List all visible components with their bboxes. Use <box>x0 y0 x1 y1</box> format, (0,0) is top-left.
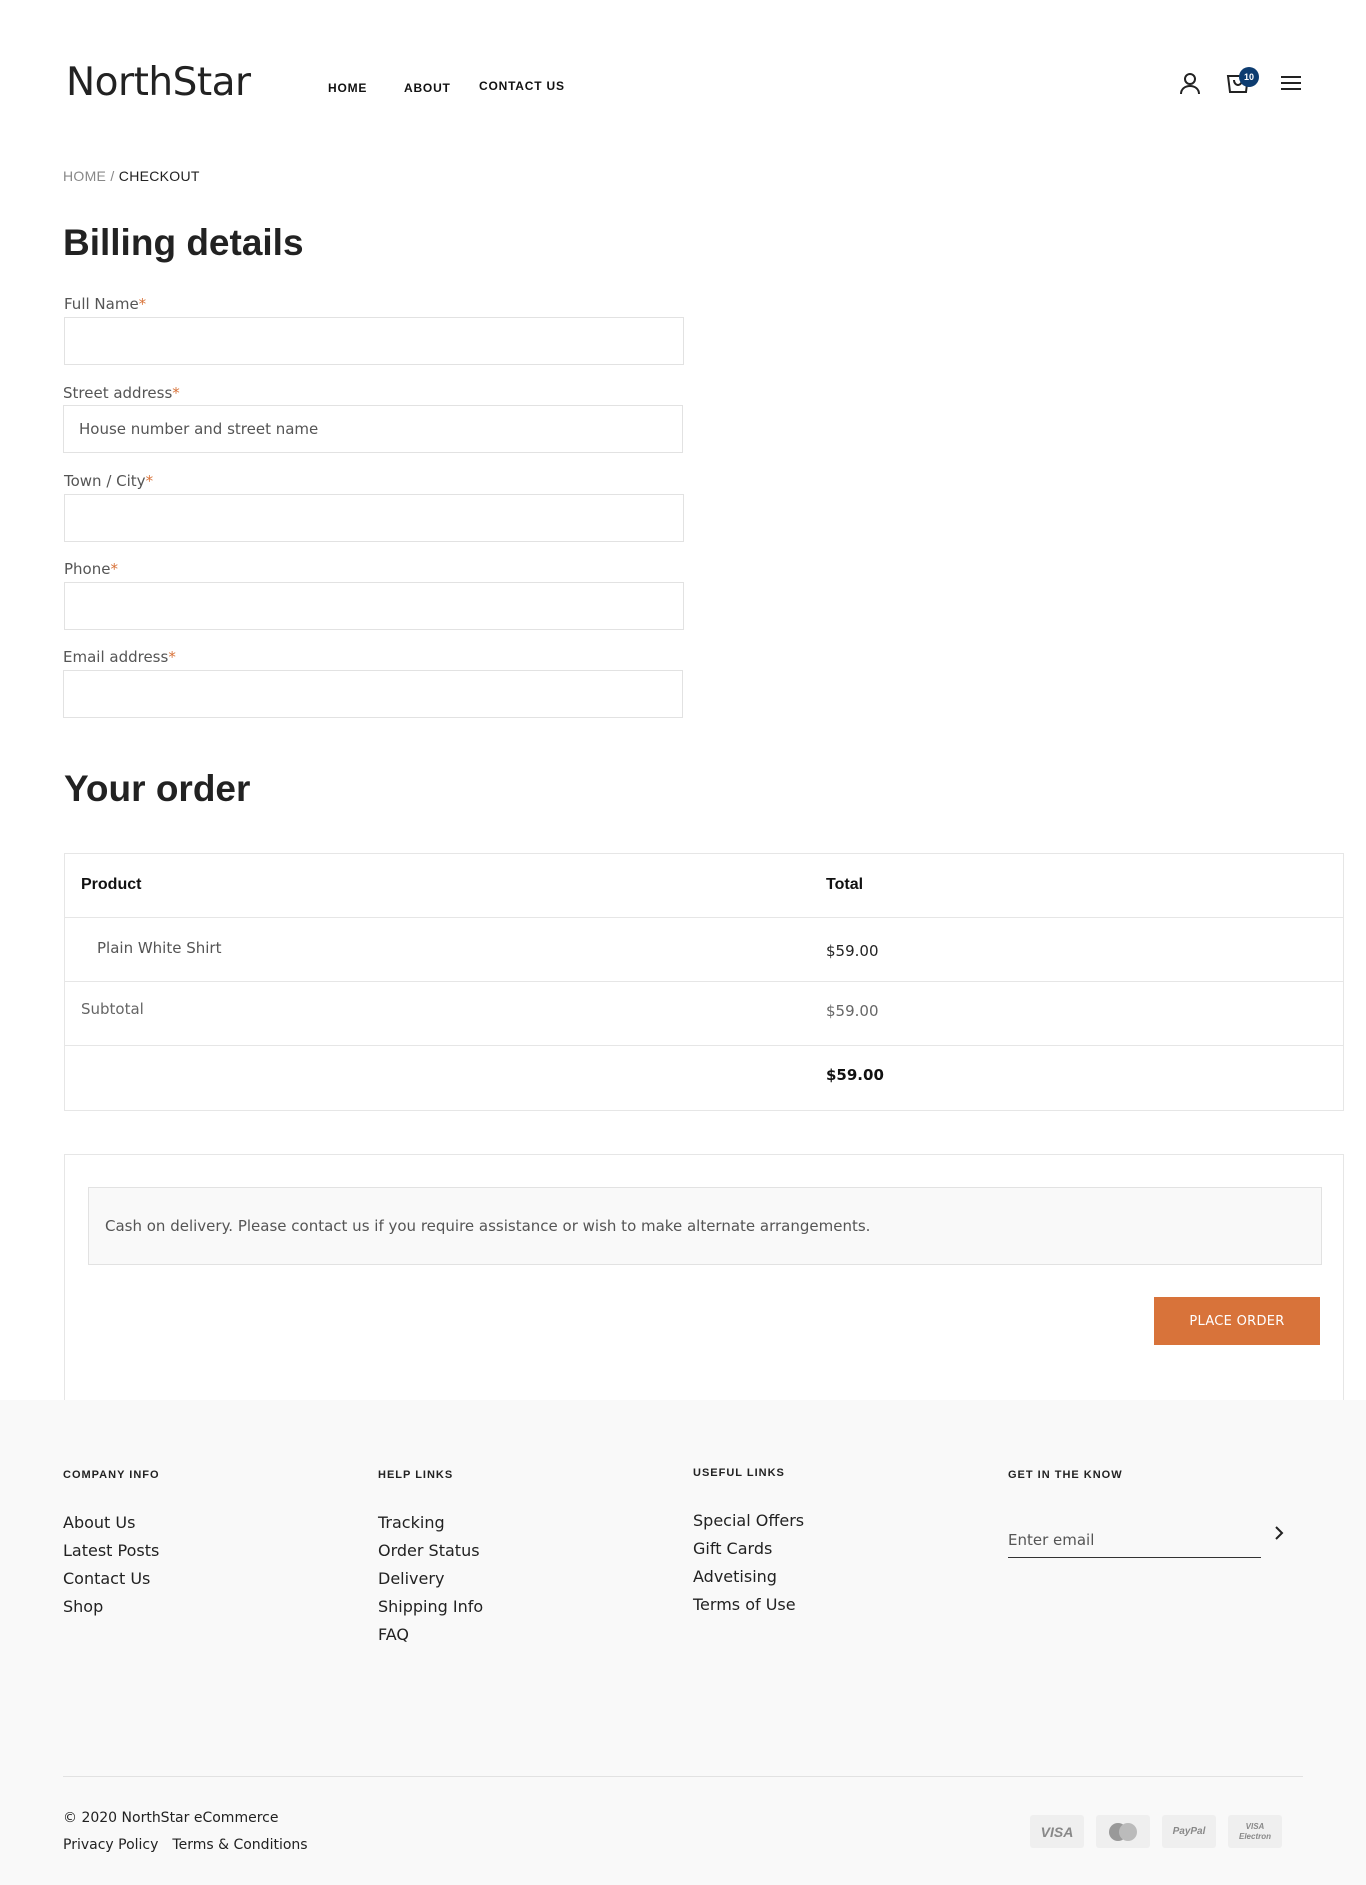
product-column-header: Product <box>81 876 142 893</box>
phone-label: Phone* <box>64 560 118 578</box>
footer-divider <box>63 1776 1303 1777</box>
phone-input[interactable] <box>64 582 684 630</box>
footer-link-terms-of-use[interactable]: Terms of Use <box>693 1595 804 1623</box>
breadcrumb-separator: / <box>106 168 119 184</box>
footer-link-shop[interactable]: Shop <box>63 1597 159 1625</box>
footer-help-links: Tracking Order Status Delivery Shipping … <box>378 1513 483 1653</box>
newsletter-submit-chevron-icon[interactable] <box>1270 1521 1288 1545</box>
email-label: Email address* <box>63 648 176 666</box>
footer-newsletter-title: GET IN THE KNOW <box>1008 1469 1123 1481</box>
order-table: Product Total Plain White Shirt $59.00 S… <box>64 853 1344 1111</box>
mastercard-icon <box>1096 1815 1150 1848</box>
payment-method-description: Cash on delivery. Please contact us if y… <box>88 1187 1322 1265</box>
footer-useful-links-title: USEFUL LINKS <box>693 1467 785 1479</box>
order-item-row: Plain White Shirt $59.00 <box>65 918 1343 982</box>
breadcrumb: HOME / CHECKOUT <box>63 168 200 184</box>
full-name-label: Full Name* <box>64 295 147 313</box>
footer-help-links-title: HELP LINKS <box>378 1469 454 1481</box>
visa-electron-icon: VISA Electron <box>1228 1815 1282 1848</box>
nav-contact-us[interactable]: CONTACT US <box>479 79 565 93</box>
footer-useful-links: Special Offers Gift Cards Advetising Ter… <box>693 1511 804 1623</box>
nav-about[interactable]: ABOUT <box>404 81 451 95</box>
footer-link-tracking[interactable]: Tracking <box>378 1513 483 1541</box>
subtotal-label: Subtotal <box>81 1000 144 1018</box>
street-address-label: Street address* <box>63 384 180 402</box>
street-address-input[interactable] <box>63 405 683 453</box>
breadcrumb-home[interactable]: HOME <box>63 168 106 184</box>
total-column-header: Total <box>826 876 864 893</box>
footer-company-info-title: COMPANY INFO <box>63 1469 160 1481</box>
footer-link-faq[interactable]: FAQ <box>378 1625 483 1653</box>
footer-link-shipping-info[interactable]: Shipping Info <box>378 1597 483 1625</box>
footer-link-contact-us[interactable]: Contact Us <box>63 1569 159 1597</box>
footer-link-about-us[interactable]: About Us <box>63 1513 159 1541</box>
footer-link-special-offers[interactable]: Special Offers <box>693 1511 804 1539</box>
site-header: NorthStar HOME ABOUT CONTACT US 10 <box>0 0 1366 170</box>
terms-conditions-link[interactable]: Terms & Conditions <box>172 1837 307 1853</box>
site-footer: COMPANY INFO About Us Latest Posts Conta… <box>0 1400 1366 1885</box>
footer-link-gift-cards[interactable]: Gift Cards <box>693 1539 804 1567</box>
nav-home[interactable]: HOME <box>328 81 367 95</box>
footer-company-info-links: About Us Latest Posts Contact Us Shop <box>63 1513 159 1625</box>
town-city-input[interactable] <box>64 494 684 542</box>
visa-icon: VISA <box>1030 1815 1084 1848</box>
cart-icon[interactable]: 10 <box>1225 67 1259 96</box>
menu-icon[interactable] <box>1278 70 1304 96</box>
order-total-value: $59.00 <box>826 1066 884 1084</box>
order-title: Your order <box>64 768 251 809</box>
footer-link-order-status[interactable]: Order Status <box>378 1541 483 1569</box>
footer-link-latest-posts[interactable]: Latest Posts <box>63 1541 159 1569</box>
order-item-name: Plain White Shirt <box>97 939 222 957</box>
footer-link-delivery[interactable]: Delivery <box>378 1569 483 1597</box>
order-item-total: $59.00 <box>826 942 879 960</box>
billing-title: Billing details <box>63 222 304 263</box>
legal-links: Privacy Policy Terms & Conditions <box>63 1837 308 1853</box>
privacy-policy-link[interactable]: Privacy Policy <box>63 1837 158 1853</box>
site-logo[interactable]: NorthStar <box>66 60 251 105</box>
copyright-text: © 2020 NorthStar eCommerce <box>63 1810 279 1826</box>
subtotal-value: $59.00 <box>826 1002 879 1020</box>
footer-link-advertising[interactable]: Advetising <box>693 1567 804 1595</box>
cart-count-badge: 10 <box>1239 67 1259 87</box>
total-row: $59.00 <box>65 1046 1343 1110</box>
email-input[interactable] <box>63 670 683 718</box>
paypal-icon: PayPal <box>1162 1815 1216 1848</box>
user-icon[interactable] <box>1177 70 1203 96</box>
payment-icons: VISA PayPal VISA Electron <box>1030 1815 1282 1848</box>
place-order-button[interactable]: PLACE ORDER <box>1154 1297 1320 1345</box>
subtotal-row: Subtotal $59.00 <box>65 982 1343 1046</box>
breadcrumb-current: CHECKOUT <box>118 168 200 184</box>
order-header-row: Product Total <box>65 854 1343 918</box>
payment-section: Cash on delivery. Please contact us if y… <box>64 1154 1344 1400</box>
full-name-input[interactable] <box>64 317 684 365</box>
newsletter-email-input[interactable] <box>1008 1522 1261 1558</box>
town-city-label: Town / City* <box>64 472 154 490</box>
